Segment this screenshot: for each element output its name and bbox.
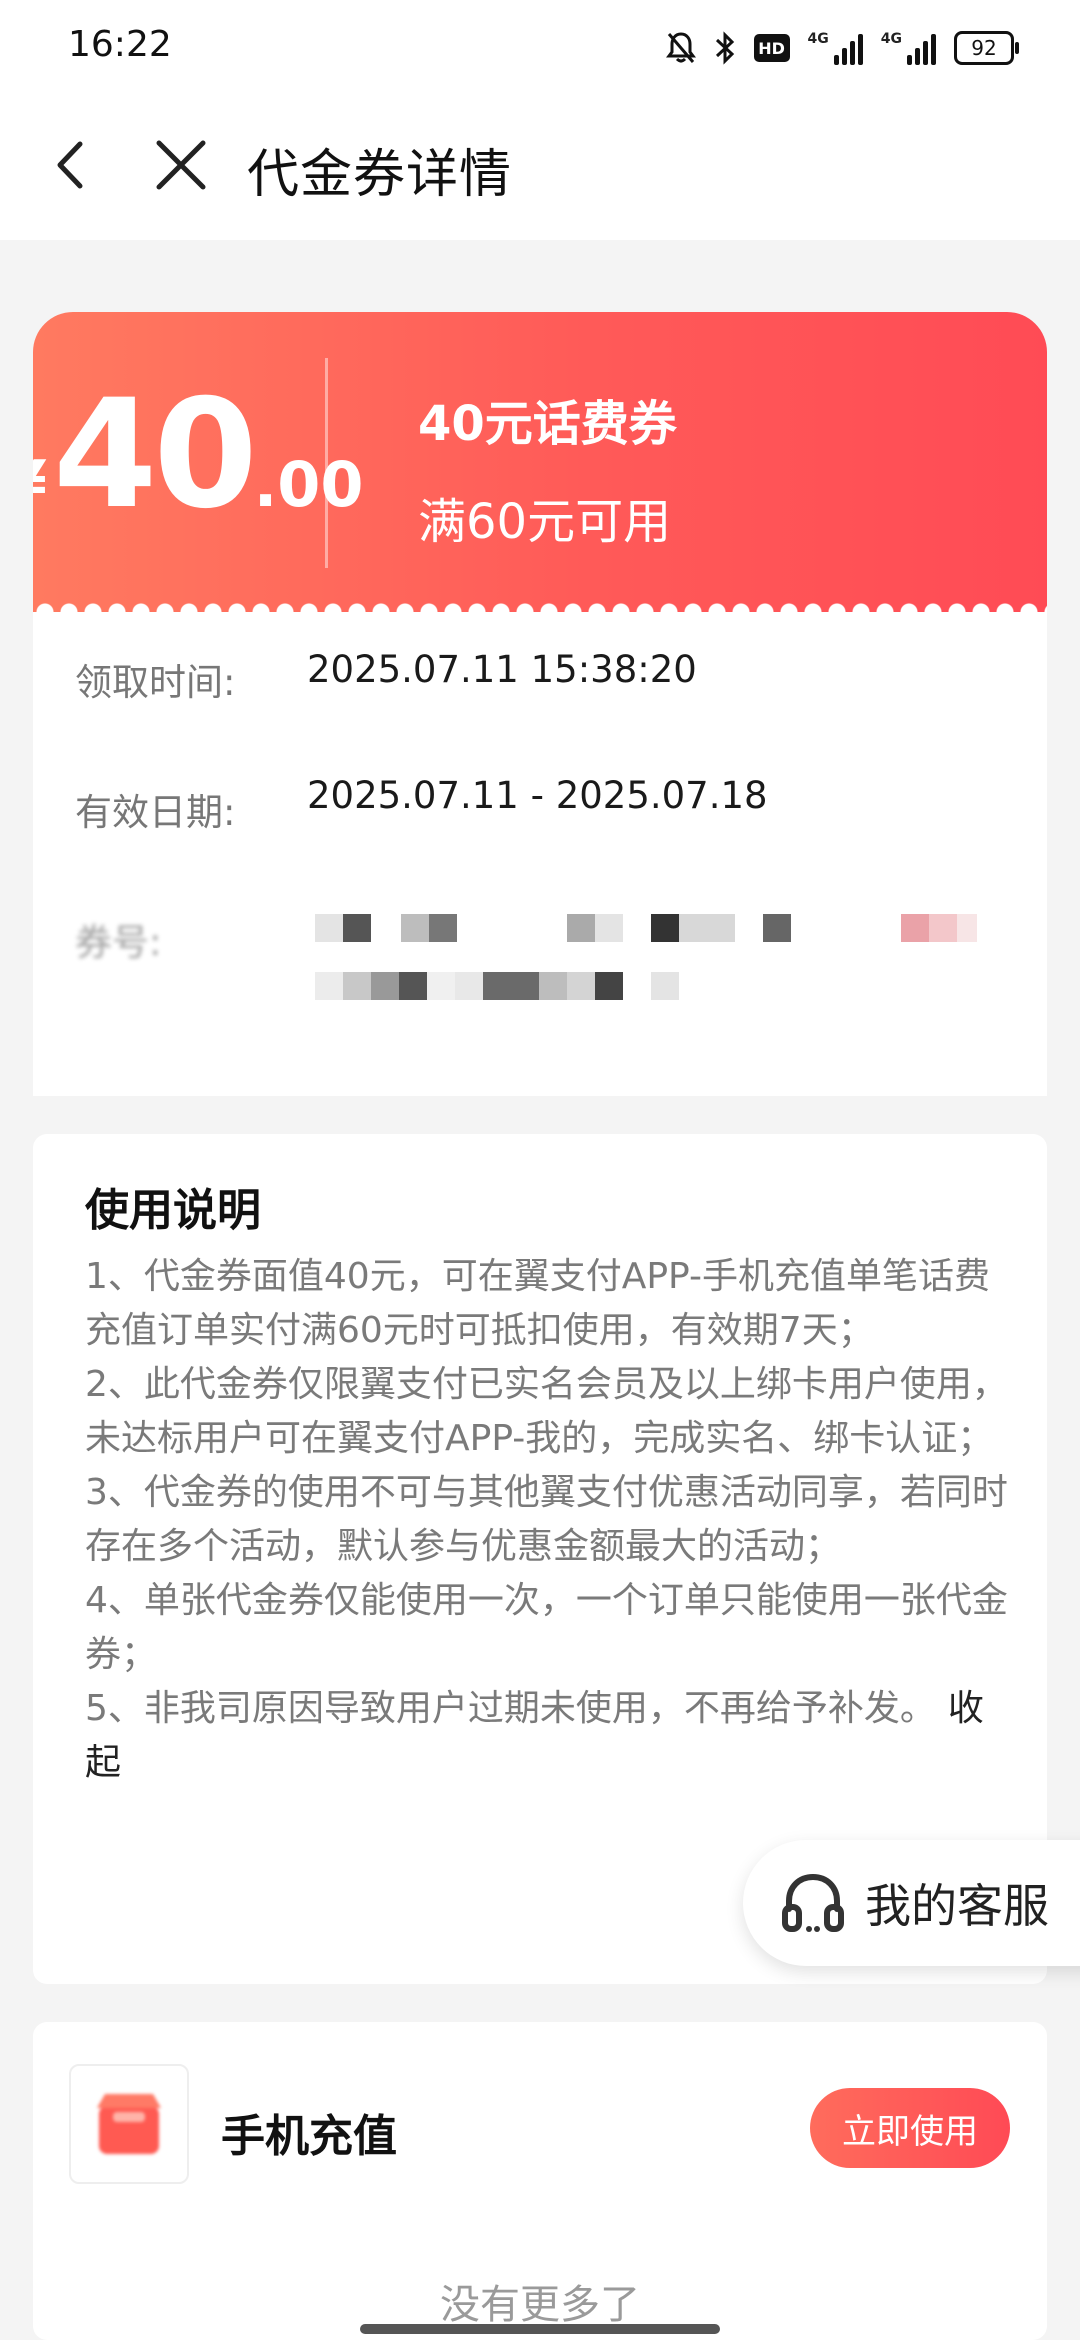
- status-time: 16:22: [68, 24, 172, 65]
- amount-integer: 40: [52, 368, 258, 542]
- status-icons: HD 4G 4G 92: [665, 22, 1019, 74]
- network-label-2: 4G: [880, 31, 902, 47]
- bluetooth-icon: [715, 31, 734, 65]
- coupon-code-redacted-line-2: [315, 972, 1035, 1000]
- coupon-divider: [325, 358, 328, 568]
- headset-icon: [782, 1873, 844, 1932]
- network-label-1: 4G: [807, 31, 829, 47]
- coupon-card-details: 领取时间: 2025.07.11 15:38:20 有效日期: 2025.07.…: [33, 612, 1047, 1096]
- usage-title: 使用说明: [85, 1185, 261, 1236]
- claim-time-value: 2025.07.11 15:38:20: [307, 648, 697, 691]
- signal-icon-2: 4G: [881, 31, 936, 65]
- usage-text: 1、代金券面值40元，可在翼支付APP-手机充值单笔话费充值订单实付满60元时可…: [85, 1250, 1015, 1790]
- use-now-button[interactable]: 立即使用: [810, 2088, 1010, 2168]
- no-more-text: 没有更多了: [440, 2282, 640, 2328]
- product-name: 手机充值: [221, 2111, 397, 2162]
- customer-service-button[interactable]: 我的客服: [743, 1840, 1080, 1966]
- coupon-card-header: ¥ 40 .00 40元话费券 满60元可用: [33, 312, 1047, 612]
- coupon-scallop-edge: [33, 600, 1047, 612]
- coupon-code-redacted-line-1: [315, 914, 1035, 942]
- product-thumbnail: [69, 2064, 189, 2184]
- status-bar: 16:22 HD 4G 4G 92: [0, 0, 1080, 96]
- coupon-code-label: 券号:: [75, 921, 162, 964]
- valid-date-label: 有效日期:: [75, 791, 236, 834]
- hd-icon: HD: [753, 34, 790, 62]
- valid-date-value: 2025.07.11 - 2025.07.18: [307, 774, 768, 817]
- usage-item-1: 1、代金券面值40元，可在翼支付APP-手机充值单笔话费充值订单实付满60元时可…: [85, 1256, 990, 1351]
- claim-time-label: 领取时间:: [75, 661, 236, 704]
- customer-service-label: 我的客服: [865, 1879, 1049, 1933]
- coupon-amount: ¥ 40 .00: [33, 368, 364, 542]
- usage-item-5: 5、非我司原因导致用户过期未使用，不再给予补发。: [85, 1688, 936, 1729]
- usage-item-4: 4、单张代金券仅能使用一次，一个订单只能使用一张代金券；: [85, 1580, 1008, 1675]
- close-button[interactable]: [146, 130, 216, 200]
- header-bar: 代金券详情: [0, 96, 1080, 240]
- battery-level: 92: [971, 36, 997, 60]
- home-indicator[interactable]: [360, 2324, 720, 2334]
- usage-item-3: 3、代金券的使用不可与其他翼支付优惠活动同享，若同时存在多个活动，默认参与优惠金…: [85, 1472, 1008, 1567]
- signal-icon-1: 4G: [808, 31, 863, 65]
- shop-icon: [97, 2094, 161, 2154]
- usage-item-5-wrap: 5、非我司原因导致用户过期未使用，不再给予补发。 收起: [85, 1682, 1015, 1790]
- currency-symbol: ¥: [33, 448, 47, 522]
- battery-icon: 92: [954, 31, 1019, 65]
- coupon-condition: 满60元可用: [418, 494, 672, 550]
- close-icon: [156, 140, 206, 190]
- page-title: 代金券详情: [247, 145, 513, 205]
- usage-item-2: 2、此代金券仅限翼支付已实名会员及以上绑卡用户使用，未达标用户可在翼支付APP-…: [85, 1364, 1008, 1459]
- coupon-name: 40元话费券: [418, 396, 677, 452]
- mute-bell-icon: [665, 32, 696, 63]
- chevron-left-icon: [57, 141, 83, 189]
- back-button[interactable]: [40, 130, 110, 200]
- amount-decimal: .00: [253, 448, 364, 521]
